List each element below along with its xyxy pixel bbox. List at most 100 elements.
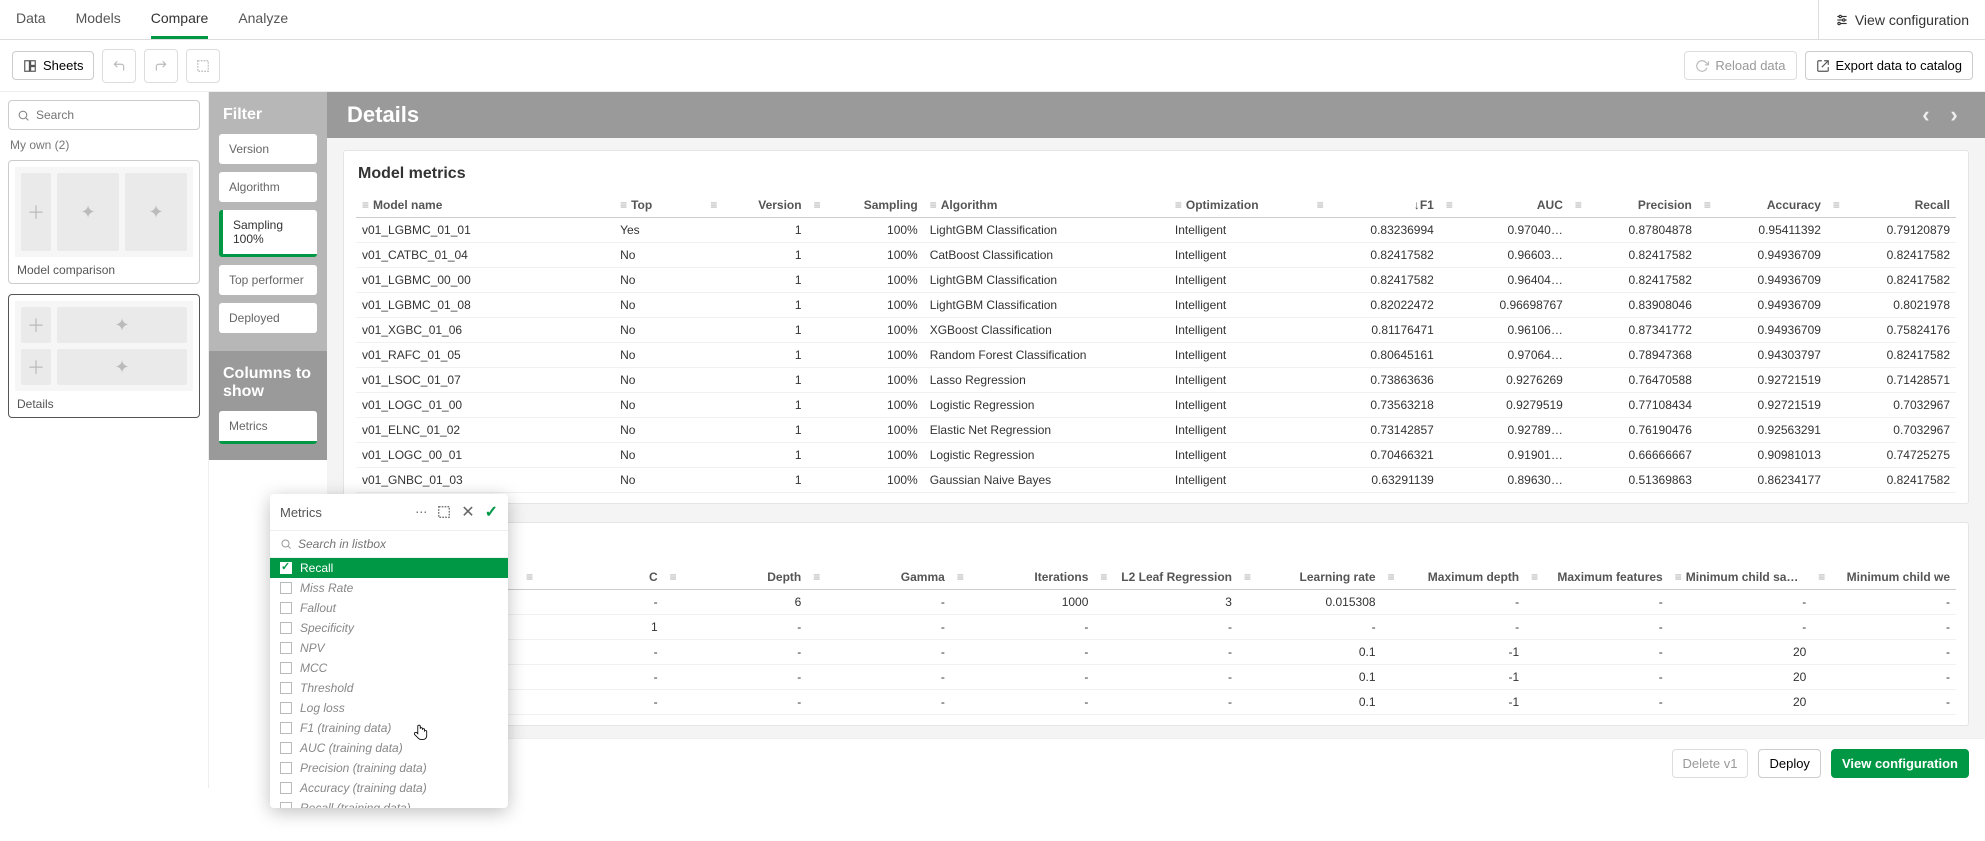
tab-data[interactable]: Data [16, 0, 46, 39]
column-menu-icon[interactable]: ≡ [813, 570, 820, 584]
view-configuration-top-button[interactable]: View configuration [1835, 12, 1969, 28]
undo-button[interactable] [102, 49, 136, 83]
filter-row-version[interactable]: Version [219, 134, 317, 164]
sheets-button[interactable]: Sheets [12, 51, 94, 80]
col-header-learning-rate[interactable]: ≡Learning rate [1238, 565, 1382, 590]
col-header-l2-leaf-regression[interactable]: ≡L2 Leaf Regression [1094, 565, 1238, 590]
table-row[interactable]: v01_LGBMC_01_08No1100%LightGBM Classific… [356, 293, 1956, 318]
redo-button[interactable] [144, 49, 178, 83]
reload-data-button[interactable]: Reload data [1684, 51, 1796, 80]
listbox-item-auc-training-data-[interactable]: AUC (training data) [270, 738, 508, 758]
col-header-version[interactable]: ≡Version [704, 193, 807, 218]
col-header-depth[interactable]: ≡Depth [664, 565, 808, 590]
listbox-item-recall[interactable]: Recall [270, 558, 508, 578]
filter-row-sampling-100-[interactable]: Sampling 100% [219, 210, 317, 257]
col-header-algorithm[interactable]: ≡Algorithm [924, 193, 1169, 218]
column-menu-icon[interactable]: ≡ [1446, 198, 1453, 212]
tab-compare[interactable]: Compare [151, 0, 209, 39]
next-sheet-button[interactable]: › [1943, 102, 1965, 128]
listbox-item-miss-rate[interactable]: Miss Rate [270, 578, 508, 598]
export-data-button[interactable]: Export data to catalog [1805, 51, 1973, 80]
table-row[interactable]: v01_LOGC_00_01No1100%Logistic Regression… [356, 443, 1956, 468]
col-header-minimum-child-samples[interactable]: ≡Minimum child samples [1669, 565, 1813, 590]
table-row[interactable]: v01_LOGC_01_00No1100%Logistic Regression… [356, 393, 1956, 418]
close-icon[interactable]: ✕ [461, 502, 474, 522]
tab-models[interactable]: Models [76, 0, 121, 39]
listbox-item-npv[interactable]: NPV [270, 638, 508, 658]
col-header-minimum-child-we[interactable]: ≡Minimum child we [1812, 565, 1956, 590]
col-header-f1[interactable]: ≡ ↓F1 [1311, 193, 1440, 218]
table-row[interactable]: v01_LGBMC_01_01-----0.1-1-20- [356, 665, 1956, 690]
column-menu-icon[interactable]: ≡ [1531, 570, 1538, 584]
table-row[interactable]: v01_LGBMC_01_01Yes1100%LightGBM Classifi… [356, 218, 1956, 243]
column-menu-icon[interactable]: ≡ [1818, 570, 1825, 584]
col-header-auc[interactable]: ≡AUC [1440, 193, 1569, 218]
view-configuration-button[interactable]: View configuration [1831, 749, 1969, 778]
table-row[interactable]: v01_GNBC_01_03No1100%Gaussian Naive Baye… [356, 468, 1956, 493]
column-menu-icon[interactable]: ≡ [1175, 198, 1182, 212]
col-header-precision[interactable]: ≡Precision [1569, 193, 1698, 218]
table-row[interactable]: v01_CATBC_01_04-6-100030.015308---- [356, 590, 1956, 615]
column-menu-icon[interactable]: ≡ [1575, 198, 1582, 212]
col-header-maximum-depth[interactable]: ≡Maximum depth [1382, 565, 1526, 590]
table-row[interactable]: v01_ELNC_01_02No1100%Elastic Net Regress… [356, 418, 1956, 443]
listbox-item-mcc[interactable]: MCC [270, 658, 508, 678]
tab-analyze[interactable]: Analyze [238, 0, 288, 39]
column-menu-icon[interactable]: ≡ [1100, 570, 1107, 584]
popup-search-input[interactable] [298, 537, 498, 551]
search-box[interactable] [8, 100, 200, 130]
table-row[interactable]: v01_RAFC_01_05No1100%Random Forest Class… [356, 343, 1956, 368]
listbox-item-fallout[interactable]: Fallout [270, 598, 508, 618]
table-row[interactable]: v01_LGBMC_00_00No1100%LightGBM Classific… [356, 268, 1956, 293]
listbox-item-threshold[interactable]: Threshold [270, 678, 508, 698]
col-header-c[interactable]: ≡C [520, 565, 664, 590]
column-menu-icon[interactable]: ≡ [710, 198, 717, 212]
popup-list[interactable]: RecallMiss RateFalloutSpecificityNPVMCCT… [270, 558, 508, 808]
column-menu-icon[interactable]: ≡ [670, 570, 677, 584]
col-header-gamma[interactable]: ≡Gamma [807, 565, 951, 590]
sheet-thumb-model-comparison[interactable]: ＋ ✦ ✦ Model comparison [8, 160, 200, 284]
selection-tool-button[interactable] [186, 49, 220, 83]
filter-row-top-performer[interactable]: Top performer [219, 265, 317, 295]
col-header-sampling[interactable]: ≡Sampling [808, 193, 924, 218]
column-menu-icon[interactable]: ≡ [930, 198, 937, 212]
table-row[interactable]: v01_XGBC_01_06No1100%XGBoost Classificat… [356, 318, 1956, 343]
listbox-item-specificity[interactable]: Specificity [270, 618, 508, 638]
listbox-item-precision-training-data-[interactable]: Precision (training data) [270, 758, 508, 778]
column-menu-icon[interactable]: ≡ [1833, 198, 1840, 212]
table-row[interactable]: v01_LGBMC_01_08-----0.1-1-20- [356, 690, 1956, 715]
col-header-top[interactable]: ≡Top [614, 193, 704, 218]
column-menu-icon[interactable]: ≡ [814, 198, 821, 212]
column-menu-icon[interactable]: ≡ [620, 198, 627, 212]
col-header-iterations[interactable]: ≡Iterations [951, 565, 1095, 590]
listbox-item-log-loss[interactable]: Log loss [270, 698, 508, 718]
col-header-recall[interactable]: ≡Recall [1827, 193, 1956, 218]
table-row[interactable]: v01_ELNC_01_021--------- [356, 615, 1956, 640]
listbox-item-accuracy-training-data-[interactable]: Accuracy (training data) [270, 778, 508, 798]
delete-button[interactable]: Delete v1 [1672, 749, 1749, 778]
deploy-button[interactable]: Deploy [1758, 749, 1820, 778]
col-header-optimization[interactable]: ≡Optimization [1169, 193, 1311, 218]
table-row[interactable]: v01_CATBC_01_04No1100%CatBoost Classific… [356, 243, 1956, 268]
filter-row-algorithm[interactable]: Algorithm [219, 172, 317, 202]
hyperparameters-scroll[interactable]: ≡Model name ↑≡C≡Depth≡Gamma≡Iterations≡L… [356, 565, 1956, 715]
column-menu-icon[interactable]: ≡ [1388, 570, 1395, 584]
column-menu-icon[interactable]: ≡ [1244, 570, 1251, 584]
search-input[interactable] [36, 108, 191, 122]
column-menu-icon[interactable]: ≡ [1675, 570, 1682, 584]
confirm-icon[interactable]: ✓ [485, 502, 498, 522]
more-icon[interactable]: ⋯ [415, 505, 427, 519]
column-menu-icon[interactable]: ≡ [1317, 198, 1324, 212]
col-header-model-name[interactable]: ≡Model name [356, 193, 614, 218]
table-row[interactable]: v01_LSOC_01_07No1100%Lasso RegressionInt… [356, 368, 1956, 393]
col-header-accuracy[interactable]: ≡Accuracy [1698, 193, 1827, 218]
column-menu-icon[interactable]: ≡ [526, 570, 533, 584]
select-tool-icon[interactable] [437, 505, 451, 519]
listbox-item-recall-training-data-[interactable]: Recall (training data) [270, 798, 508, 808]
sheet-thumb-details[interactable]: ＋ ✦ ＋ ✦ Details [8, 294, 200, 418]
col-header-maximum-features[interactable]: ≡Maximum features [1525, 565, 1669, 590]
table-row[interactable]: v01_LGBMC_00_00-----0.1-1-20- [356, 640, 1956, 665]
column-menu-icon[interactable]: ≡ [1704, 198, 1711, 212]
column-menu-icon[interactable]: ≡ [362, 198, 369, 212]
listbox-item-f1-training-data-[interactable]: F1 (training data) [270, 718, 508, 738]
